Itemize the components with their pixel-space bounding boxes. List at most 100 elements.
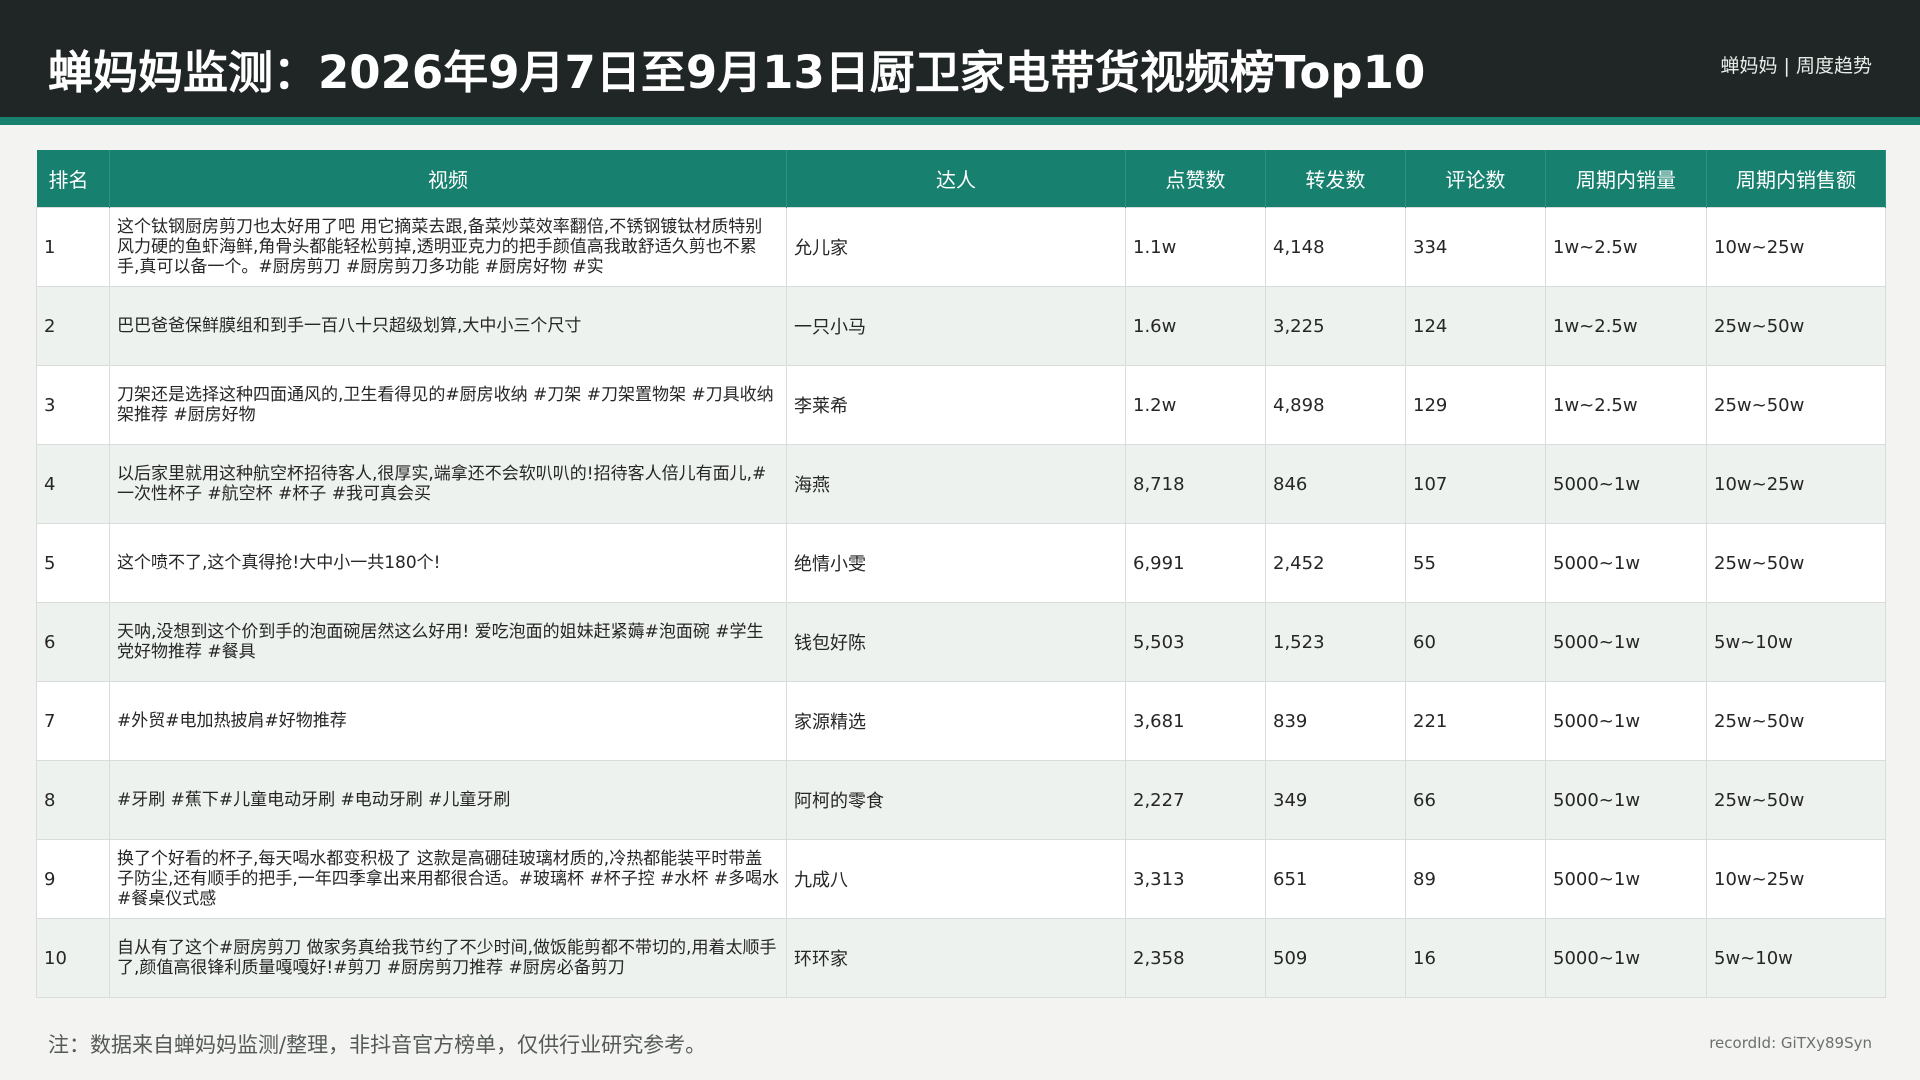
likes-cell: 5,503 xyxy=(1125,602,1266,682)
shares-cell: 1,523 xyxy=(1265,602,1406,682)
table-row[interactable]: 8 #牙刷 #蕉下#儿童电动牙刷 #电动牙刷 #儿童牙刷 阿柯的零食 2,227… xyxy=(36,760,1886,840)
sales-volume-cell: 1w~2.5w xyxy=(1545,207,1707,287)
rank-cell: 4 xyxy=(36,444,110,524)
rank-cell: 9 xyxy=(36,839,110,919)
rank-cell: 1 xyxy=(36,207,110,287)
table-row[interactable]: 9 换了个好看的杯子,每天喝水都变积极了 这款是高硼硅玻璃材质的,冷热都能装平时… xyxy=(36,839,1886,919)
rank-cell: 10 xyxy=(36,918,110,998)
sales-volume-cell: 1w~2.5w xyxy=(1545,286,1707,366)
creator-cell[interactable]: 李莱希 xyxy=(786,365,1126,445)
likes-cell: 3,681 xyxy=(1125,681,1266,761)
likes-cell: 8,718 xyxy=(1125,444,1266,524)
sales-volume-cell: 5000~1w xyxy=(1545,918,1707,998)
column-header-comments[interactable]: 评论数 xyxy=(1405,150,1546,208)
likes-cell: 1.6w xyxy=(1125,286,1266,366)
shares-cell: 2,452 xyxy=(1265,523,1406,603)
column-header-sales-amount[interactable]: 周期内销售额 xyxy=(1706,150,1886,208)
sales-volume-cell: 5000~1w xyxy=(1545,839,1707,919)
comments-cell: 66 xyxy=(1405,760,1546,840)
table-row[interactable]: 1 这个钛钢厨房剪刀也太好用了吧 用它摘菜去跟,备菜炒菜效率翻倍,不锈钢镀钛材质… xyxy=(36,207,1886,287)
shares-cell: 4,898 xyxy=(1265,365,1406,445)
sales-volume-cell: 5000~1w xyxy=(1545,681,1707,761)
table-header-row: 排名 视频 达人 点赞数 转发数 评论数 周期内销量 周期内销售额 xyxy=(36,150,1886,208)
rank-cell: 2 xyxy=(36,286,110,366)
footnote: 注：数据来自蝉妈妈监测/整理，非抖音官方榜单，仅供行业研究参考。 xyxy=(48,1033,707,1057)
rank-cell: 6 xyxy=(36,602,110,682)
page-title: 蝉妈妈监测：2026年9月7日至9月13日厨卫家电带货视频榜Top10 xyxy=(48,46,1426,99)
sales-amount-cell: 25w~50w xyxy=(1706,760,1886,840)
creator-cell[interactable]: 允儿家 xyxy=(786,207,1126,287)
table-row[interactable]: 5 这个喷不了,这个真得抢!大中小一共180个! 绝情小雯 6,991 2,45… xyxy=(36,523,1886,603)
comments-cell: 107 xyxy=(1405,444,1546,524)
video-title-cell[interactable]: 天呐,没想到这个价到手的泡面碗居然这么好用! 爱吃泡面的姐妹赶紧薅#泡面碗 #学… xyxy=(109,602,787,682)
comments-cell: 221 xyxy=(1405,681,1546,761)
brand-tag: 蝉妈妈 | 周度趋势 xyxy=(1720,55,1872,77)
video-title-cell[interactable]: #牙刷 #蕉下#儿童电动牙刷 #电动牙刷 #儿童牙刷 xyxy=(109,760,787,840)
sales-volume-cell: 5000~1w xyxy=(1545,523,1707,603)
comments-cell: 124 xyxy=(1405,286,1546,366)
record-id: recordId: GiTXy89Syn xyxy=(1709,1034,1872,1052)
video-title-cell[interactable]: 自从有了这个#厨房剪刀 做家务真给我节约了不少时间,做饭能剪都不带切的,用着太顺… xyxy=(109,918,787,998)
table-row[interactable]: 3 刀架还是选择这种四面通风的,卫生看得见的#厨房收纳 #刀架 #刀架置物架 #… xyxy=(36,365,1886,445)
table-row[interactable]: 7 #外贸#电加热披肩#好物推荐 家源精选 3,681 839 221 5000… xyxy=(36,681,1886,761)
column-header-video[interactable]: 视频 xyxy=(109,150,787,208)
column-header-rank[interactable]: 排名 xyxy=(36,150,110,208)
sales-amount-cell: 5w~10w xyxy=(1706,602,1886,682)
sales-amount-cell: 25w~50w xyxy=(1706,681,1886,761)
rank-cell: 5 xyxy=(36,523,110,603)
shares-cell: 4,148 xyxy=(1265,207,1406,287)
video-title-cell[interactable]: 以后家里就用这种航空杯招待客人,很厚实,端拿还不会软叭叭的!招待客人倍儿有面儿,… xyxy=(109,444,787,524)
likes-cell: 1.2w xyxy=(1125,365,1266,445)
video-title-cell[interactable]: #外贸#电加热披肩#好物推荐 xyxy=(109,681,787,761)
video-title-cell[interactable]: 换了个好看的杯子,每天喝水都变积极了 这款是高硼硅玻璃材质的,冷热都能装平时带盖… xyxy=(109,839,787,919)
shares-cell: 846 xyxy=(1265,444,1406,524)
table-row[interactable]: 4 以后家里就用这种航空杯招待客人,很厚实,端拿还不会软叭叭的!招待客人倍儿有面… xyxy=(36,444,1886,524)
comments-cell: 60 xyxy=(1405,602,1546,682)
shares-cell: 3,225 xyxy=(1265,286,1406,366)
creator-cell[interactable]: 海燕 xyxy=(786,444,1126,524)
ranking-table-container: 排名 视频 达人 点赞数 转发数 评论数 周期内销量 周期内销售额 1 这个钛钢… xyxy=(36,150,1886,998)
header-bar: 蝉妈妈监测：2026年9月7日至9月13日厨卫家电带货视频榜Top10 蝉妈妈 … xyxy=(0,0,1920,117)
column-header-creator[interactable]: 达人 xyxy=(786,150,1126,208)
sales-amount-cell: 5w~10w xyxy=(1706,918,1886,998)
sales-amount-cell: 10w~25w xyxy=(1706,839,1886,919)
table-row[interactable]: 2 巴巴爸爸保鲜膜组和到手一百八十只超级划算,大中小三个尺寸 一只小马 1.6w… xyxy=(36,286,1886,366)
comments-cell: 16 xyxy=(1405,918,1546,998)
creator-cell[interactable]: 阿柯的零食 xyxy=(786,760,1126,840)
likes-cell: 1.1w xyxy=(1125,207,1266,287)
sales-amount-cell: 25w~50w xyxy=(1706,365,1886,445)
sales-amount-cell: 25w~50w xyxy=(1706,286,1886,366)
shares-cell: 839 xyxy=(1265,681,1406,761)
table-row[interactable]: 6 天呐,没想到这个价到手的泡面碗居然这么好用! 爱吃泡面的姐妹赶紧薅#泡面碗 … xyxy=(36,602,1886,682)
creator-cell[interactable]: 一只小马 xyxy=(786,286,1126,366)
likes-cell: 2,227 xyxy=(1125,760,1266,840)
rank-cell: 7 xyxy=(36,681,110,761)
comments-cell: 55 xyxy=(1405,523,1546,603)
video-title-cell[interactable]: 这个喷不了,这个真得抢!大中小一共180个! xyxy=(109,523,787,603)
likes-cell: 6,991 xyxy=(1125,523,1266,603)
creator-cell[interactable]: 九成八 xyxy=(786,839,1126,919)
sales-volume-cell: 5000~1w xyxy=(1545,602,1707,682)
header-accent-line xyxy=(0,117,1920,125)
shares-cell: 349 xyxy=(1265,760,1406,840)
column-header-sales-volume[interactable]: 周期内销量 xyxy=(1545,150,1707,208)
rank-cell: 8 xyxy=(36,760,110,840)
sales-amount-cell: 10w~25w xyxy=(1706,444,1886,524)
likes-cell: 3,313 xyxy=(1125,839,1266,919)
column-header-likes[interactable]: 点赞数 xyxy=(1125,150,1266,208)
shares-cell: 509 xyxy=(1265,918,1406,998)
video-title-cell[interactable]: 刀架还是选择这种四面通风的,卫生看得见的#厨房收纳 #刀架 #刀架置物架 #刀具… xyxy=(109,365,787,445)
column-header-shares[interactable]: 转发数 xyxy=(1265,150,1406,208)
sales-volume-cell: 5000~1w xyxy=(1545,760,1707,840)
sales-volume-cell: 1w~2.5w xyxy=(1545,365,1707,445)
video-title-cell[interactable]: 巴巴爸爸保鲜膜组和到手一百八十只超级划算,大中小三个尺寸 xyxy=(109,286,787,366)
comments-cell: 334 xyxy=(1405,207,1546,287)
table-row[interactable]: 10 自从有了这个#厨房剪刀 做家务真给我节约了不少时间,做饭能剪都不带切的,用… xyxy=(36,918,1886,998)
video-title-cell[interactable]: 这个钛钢厨房剪刀也太好用了吧 用它摘菜去跟,备菜炒菜效率翻倍,不锈钢镀钛材质特别… xyxy=(109,207,787,287)
creator-cell[interactable]: 家源精选 xyxy=(786,681,1126,761)
creator-cell[interactable]: 钱包好陈 xyxy=(786,602,1126,682)
creator-cell[interactable]: 绝情小雯 xyxy=(786,523,1126,603)
creator-cell[interactable]: 环环家 xyxy=(786,918,1126,998)
rank-cell: 3 xyxy=(36,365,110,445)
sales-volume-cell: 5000~1w xyxy=(1545,444,1707,524)
